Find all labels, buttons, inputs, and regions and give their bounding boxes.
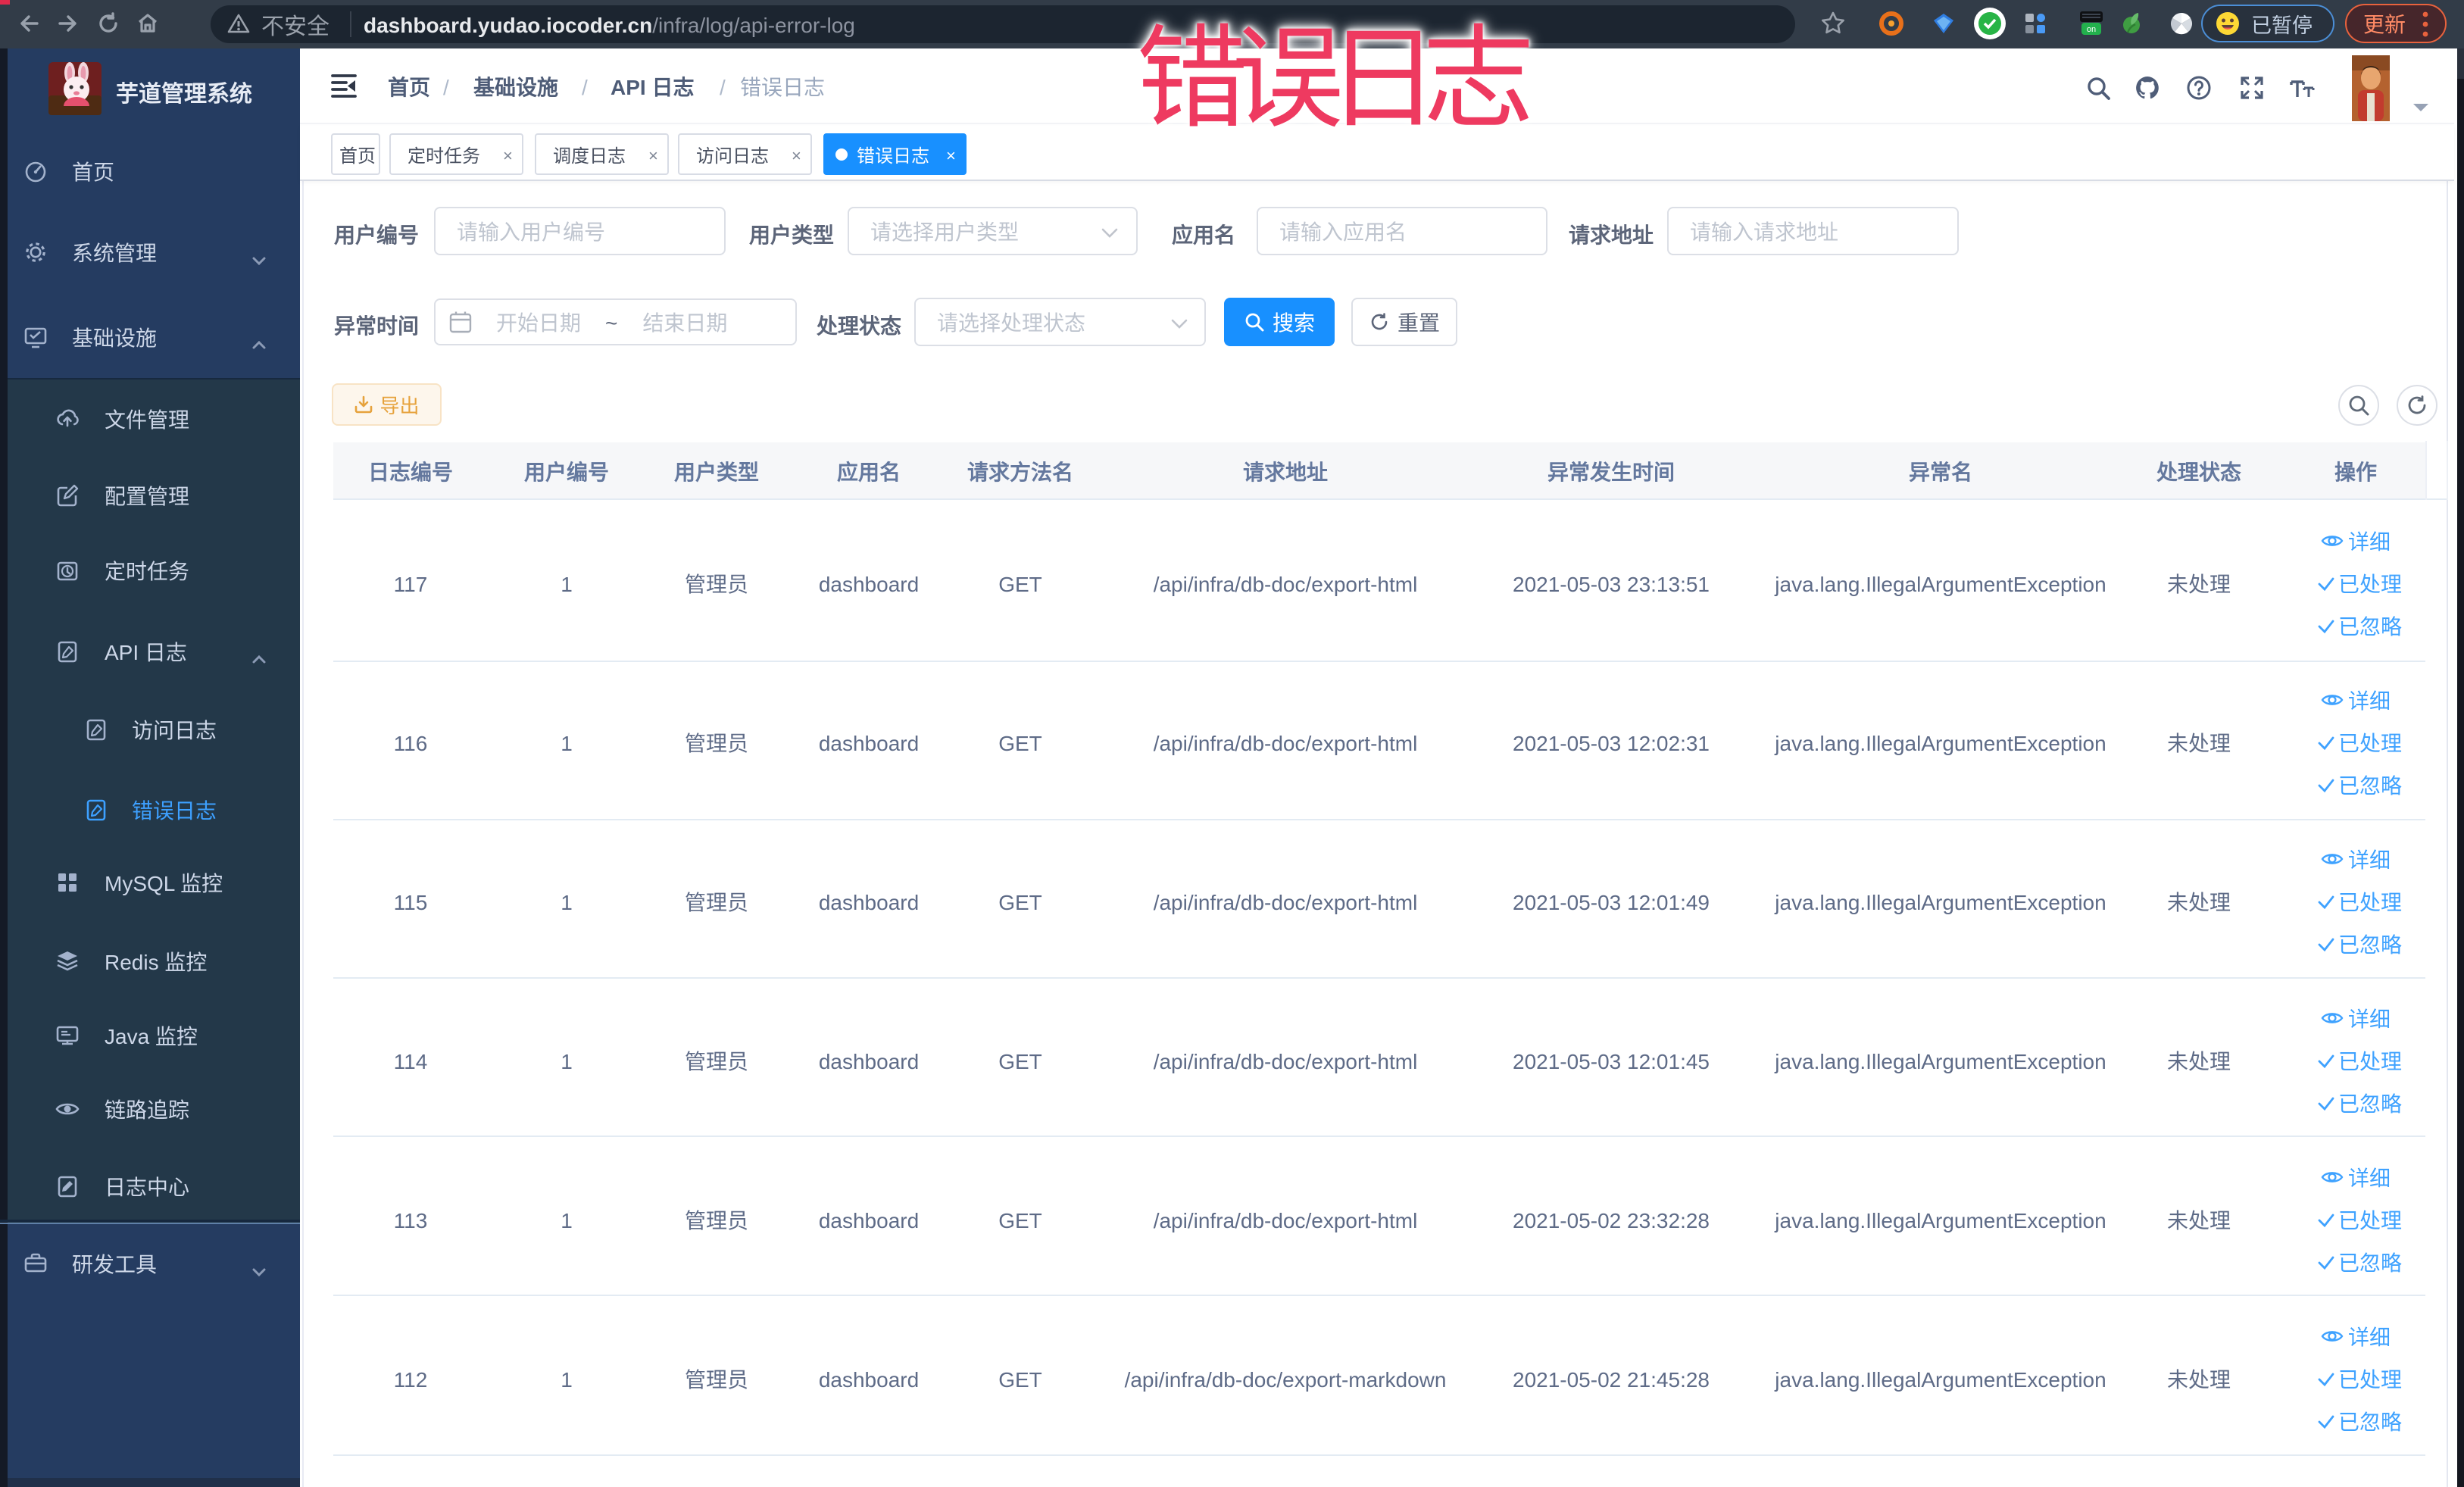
svg-text:on: on: [2087, 25, 2096, 34]
